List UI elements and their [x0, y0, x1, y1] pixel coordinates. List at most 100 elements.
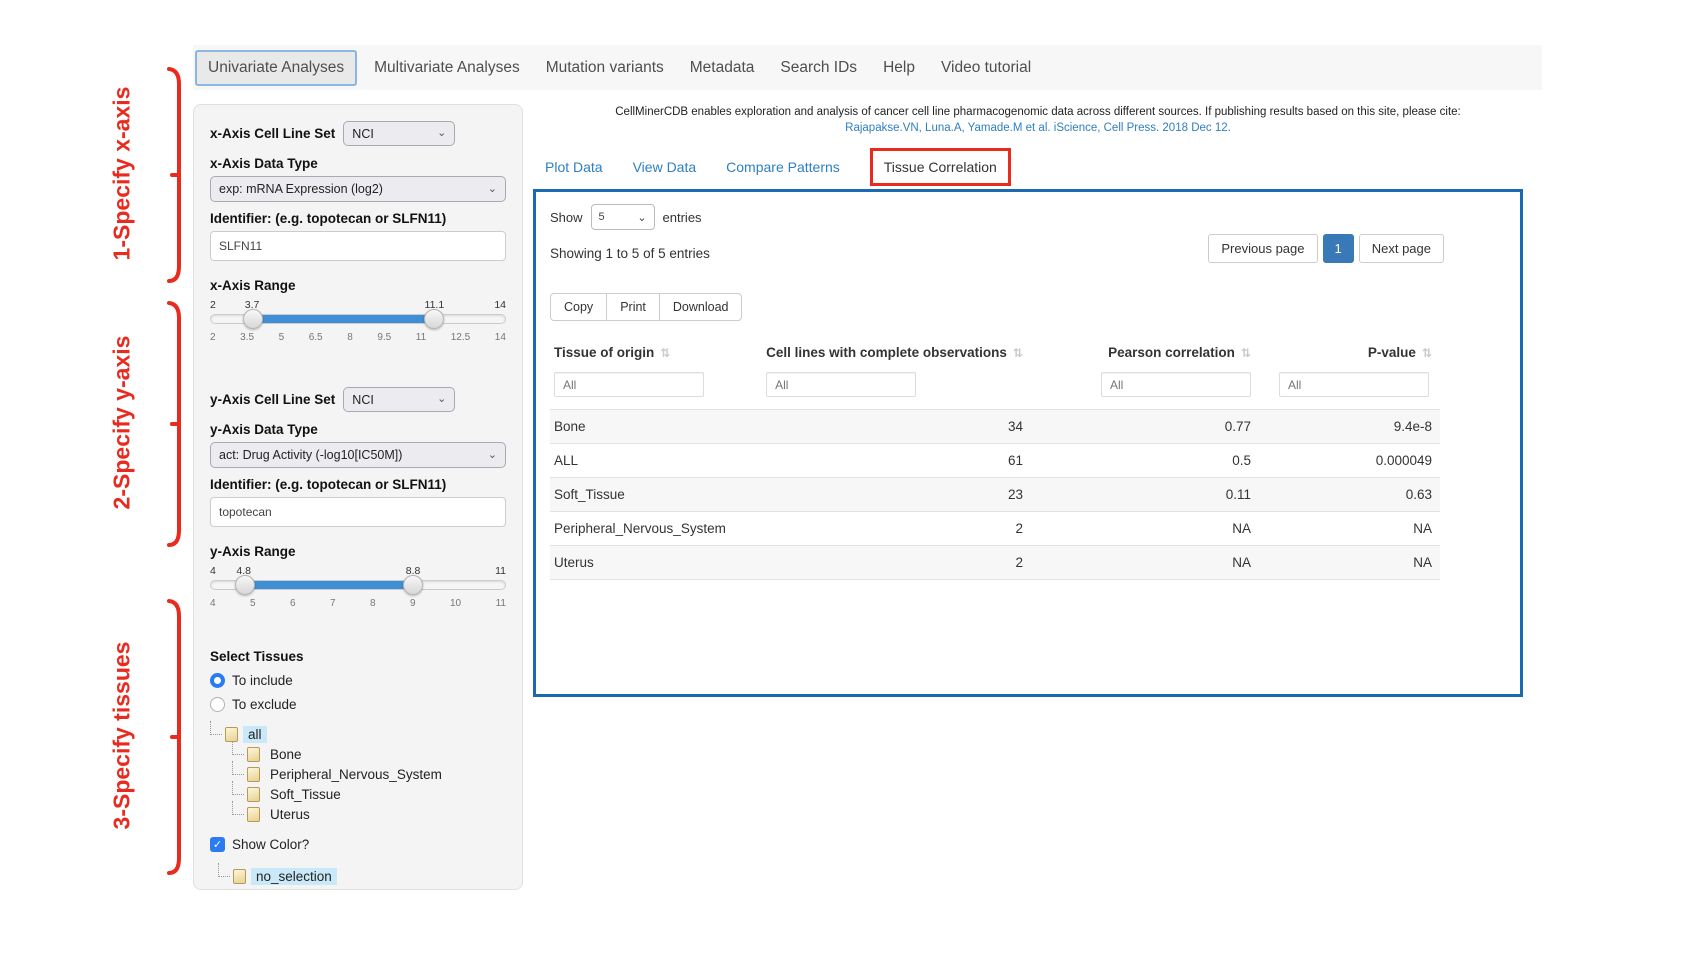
x-range-fill — [253, 315, 434, 323]
x-axis-identifier-input[interactable] — [210, 231, 506, 261]
tick: 6.5 — [309, 332, 323, 343]
chevron-down-icon: ⌄ — [437, 128, 446, 139]
download-button[interactable]: Download — [659, 293, 743, 321]
annotation-step1-label: 1-Specify x-axis — [109, 54, 136, 294]
to-exclude-label: To exclude — [232, 697, 297, 712]
tick: 3.5 — [240, 332, 254, 343]
col-pearson-correlation[interactable]: Pearson correlation⇅ — [1031, 335, 1259, 368]
filter-cell-lines-input[interactable] — [766, 372, 916, 397]
citation-text: CellMinerCDB enables exploration and ana… — [533, 106, 1543, 118]
chevron-down-icon: ⌄ — [488, 184, 497, 195]
x-axis-data-type-select[interactable]: exp: mRNA Expression (log2) ⌄ — [210, 176, 506, 202]
x-axis-data-type-value: exp: mRNA Expression (log2) — [219, 182, 383, 196]
nav-tab-video-tutorial[interactable]: Video tutorial — [928, 50, 1044, 86]
y-range-high-handle[interactable] — [403, 575, 423, 595]
y-axis-cell-line-set-select[interactable]: NCI ⌄ — [343, 387, 455, 412]
current-page-button[interactable]: 1 — [1323, 234, 1354, 263]
tree-node-all[interactable]: all — [243, 726, 267, 743]
tick: 7 — [330, 598, 336, 609]
cell-pearson: 0.5 — [1031, 444, 1259, 478]
tissue-correlation-panel: Show 5 ⌄ entries Showing 1 to 5 of 5 ent… — [533, 189, 1523, 697]
sort-icon[interactable]: ⇅ — [1013, 346, 1023, 360]
filter-tissue-input[interactable] — [554, 372, 704, 397]
chevron-down-icon: ⌄ — [437, 394, 446, 405]
y-axis-data-type-label: y-Axis Data Type — [210, 422, 506, 437]
citation-link[interactable]: Rajapakse.VN, Luna.A, Yamade.M et al. iS… — [533, 122, 1543, 134]
tree-connector — [218, 863, 230, 877]
x-range-max-label: 14 — [494, 299, 506, 311]
tick: 14 — [495, 332, 506, 343]
table-row: Peripheral_Nervous_System 2 NA NA — [550, 512, 1440, 546]
to-include-radio[interactable] — [210, 673, 225, 688]
col-p-value[interactable]: P-value⇅ — [1259, 335, 1440, 368]
folder-icon — [247, 747, 260, 762]
x-range-track[interactable] — [210, 314, 506, 324]
nav-tab-help[interactable]: Help — [870, 50, 928, 86]
sort-icon[interactable]: ⇅ — [1241, 346, 1251, 360]
tab-plot-data[interactable]: Plot Data — [545, 159, 603, 175]
to-exclude-radio[interactable] — [210, 697, 225, 712]
cell-count: 61 — [762, 444, 1031, 478]
next-page-button[interactable]: Next page — [1359, 234, 1444, 263]
y-axis-data-type-select[interactable]: act: Drug Activity (-log10[IC50M]) ⌄ — [210, 442, 506, 468]
y-axis-identifier-label: Identifier: (e.g. topotecan or SLFN11) — [210, 477, 506, 492]
show-label: Show — [550, 210, 583, 225]
cell-pvalue: NA — [1259, 546, 1440, 580]
nav-tab-search-ids[interactable]: Search IDs — [767, 50, 870, 86]
print-button[interactable]: Print — [606, 293, 660, 321]
copy-button[interactable]: Copy — [550, 293, 607, 321]
sort-icon[interactable]: ⇅ — [660, 346, 670, 360]
select-tissues-title: Select Tissues — [210, 649, 506, 664]
table-row: Uterus 2 NA NA — [550, 546, 1440, 580]
tree-node-uterus[interactable]: Uterus — [265, 806, 315, 823]
cell-pvalue: NA — [1259, 512, 1440, 546]
tissue-tree: all Bone Peripheral_Nervous_System Soft_… — [210, 724, 506, 824]
cell-pvalue: 0.000049 — [1259, 444, 1440, 478]
x-axis-cell-line-set-label: x-Axis Cell Line Set — [210, 126, 335, 141]
tree-node-no-selection[interactable]: no_selection — [251, 868, 337, 885]
entries-label: entries — [663, 210, 702, 225]
x-axis-cell-line-set-value: NCI — [352, 127, 374, 141]
tab-tissue-correlation[interactable]: Tissue Correlation — [870, 148, 1011, 186]
y-axis-cell-line-set-value: NCI — [352, 393, 374, 407]
x-axis-range-slider: 2 3.7 11.1 14 2 3.5 5 6.5 8 9.5 11 12.5 … — [210, 299, 506, 343]
nav-tab-univariate-analyses[interactable]: Univariate Analyses — [195, 50, 357, 86]
col-tissue-of-origin[interactable]: Tissue of origin⇅ — [550, 335, 762, 368]
tab-view-data[interactable]: View Data — [633, 159, 697, 175]
chevron-down-icon: ⌄ — [488, 450, 497, 461]
tree-connector — [232, 781, 244, 795]
cell-tissue: Peripheral_Nervous_System — [550, 512, 762, 546]
tree-node-bone[interactable]: Bone — [265, 746, 307, 763]
folder-icon — [247, 787, 260, 802]
tick: 10 — [450, 598, 461, 609]
show-color-checkbox[interactable]: ✓ — [210, 837, 225, 852]
x-range-low-handle[interactable] — [243, 309, 263, 329]
tick: 6 — [290, 598, 296, 609]
filter-pvalue-input[interactable] — [1279, 372, 1429, 397]
filter-pearson-input[interactable] — [1101, 372, 1251, 397]
table-row: Bone 34 0.77 9.4e-8 — [550, 410, 1440, 444]
x-range-high-handle[interactable] — [424, 309, 444, 329]
col-cell-lines[interactable]: Cell lines with complete observations⇅ — [762, 335, 1031, 368]
cell-pearson: NA — [1031, 512, 1259, 546]
cell-pearson: NA — [1031, 546, 1259, 580]
nav-tab-multivariate-analyses[interactable]: Multivariate Analyses — [361, 50, 533, 86]
y-range-track[interactable] — [210, 580, 506, 590]
nav-tab-mutation-variants[interactable]: Mutation variants — [533, 50, 677, 86]
y-range-low-handle[interactable] — [235, 575, 255, 595]
y-axis-identifier-input[interactable] — [210, 497, 506, 527]
tree-node-soft-tissue[interactable]: Soft_Tissue — [265, 786, 346, 803]
page-length-value: 5 — [599, 211, 605, 223]
tree-node-peripheral-nervous-system[interactable]: Peripheral_Nervous_System — [265, 766, 447, 783]
x-axis-cell-line-set-select[interactable]: NCI ⌄ — [343, 121, 455, 146]
y-range-ticks: 4 5 6 7 8 9 10 11 — [210, 598, 506, 609]
y-axis-cell-line-set-label: y-Axis Cell Line Set — [210, 392, 335, 407]
previous-page-button[interactable]: Previous page — [1208, 234, 1317, 263]
sort-icon[interactable]: ⇅ — [1422, 346, 1432, 360]
page-length-select[interactable]: 5 ⌄ — [591, 204, 655, 230]
tick: 9.5 — [377, 332, 391, 343]
tab-compare-patterns[interactable]: Compare Patterns — [726, 159, 840, 175]
nav-tab-metadata[interactable]: Metadata — [677, 50, 768, 86]
cell-pvalue: 0.63 — [1259, 478, 1440, 512]
tick: 12.5 — [451, 332, 470, 343]
